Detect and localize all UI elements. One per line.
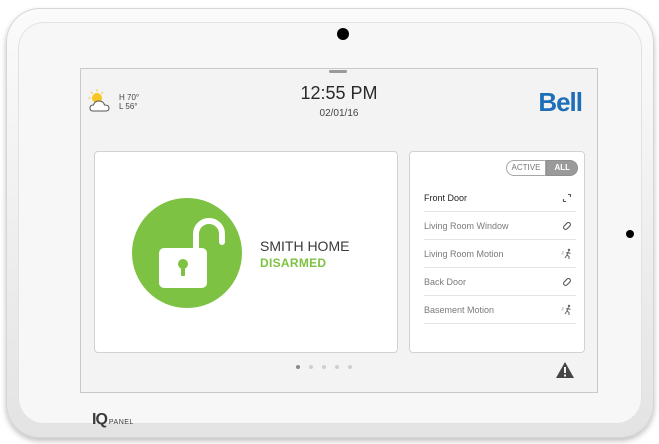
window-closed-icon xyxy=(563,222,571,230)
list-item[interactable]: Front Door xyxy=(424,184,576,212)
page-dot[interactable] xyxy=(296,365,300,369)
sensor-name: Basement Motion xyxy=(424,305,495,315)
filter-all-button[interactable]: ALL xyxy=(546,160,578,176)
arming-status-card[interactable]: SMITH HOME DISARMED xyxy=(94,151,398,353)
proximity-sensor xyxy=(626,230,634,238)
sensor-list-card: ACTIVE ALL Front Door Living Room Window… xyxy=(409,151,585,353)
arming-state: DISARMED xyxy=(260,256,327,270)
unlocked-padlock-icon xyxy=(159,218,225,288)
current-time: 12:55 PM xyxy=(300,83,378,103)
motion-icon xyxy=(561,304,571,315)
brand-logo: Bell xyxy=(538,87,583,117)
page-dot[interactable] xyxy=(348,365,352,369)
door-open-icon xyxy=(562,193,572,203)
touch-screen: H 70° L 56° 12:55 PM 02/01/16 Bell SMITH… xyxy=(80,68,598,393)
sensor-list: Front Door Living Room Window Living Roo… xyxy=(424,184,576,324)
door-closed-icon xyxy=(563,278,571,286)
list-item[interactable]: Back Door xyxy=(424,268,576,296)
sensor-name: Back Door xyxy=(424,277,467,287)
page-dot[interactable] xyxy=(335,365,339,369)
sensor-filter-toggle: ACTIVE ALL xyxy=(505,160,578,176)
list-item[interactable]: Living Room Motion xyxy=(424,240,576,268)
home-name: SMITH HOME xyxy=(260,238,350,254)
sensor-name: Front Door xyxy=(424,193,468,203)
filter-active-button[interactable]: ACTIVE xyxy=(505,160,547,176)
page-dot[interactable] xyxy=(322,365,326,369)
page-dot[interactable] xyxy=(309,365,313,369)
disarmed-lock-button[interactable] xyxy=(132,198,242,308)
iq-panel-logo: IQ PANEL xyxy=(92,411,134,428)
pull-down-handle[interactable] xyxy=(329,70,347,73)
sensor-name: Living Room Motion xyxy=(424,249,504,259)
current-date: 02/01/16 xyxy=(319,108,359,119)
camera-lens xyxy=(337,28,349,40)
sensor-name: Living Room Window xyxy=(424,221,509,231)
motion-icon xyxy=(561,248,571,259)
list-item[interactable]: Living Room Window xyxy=(424,212,576,240)
warning-icon[interactable] xyxy=(555,361,575,379)
page-indicator xyxy=(296,365,376,373)
list-item[interactable]: Basement Motion xyxy=(424,296,576,324)
